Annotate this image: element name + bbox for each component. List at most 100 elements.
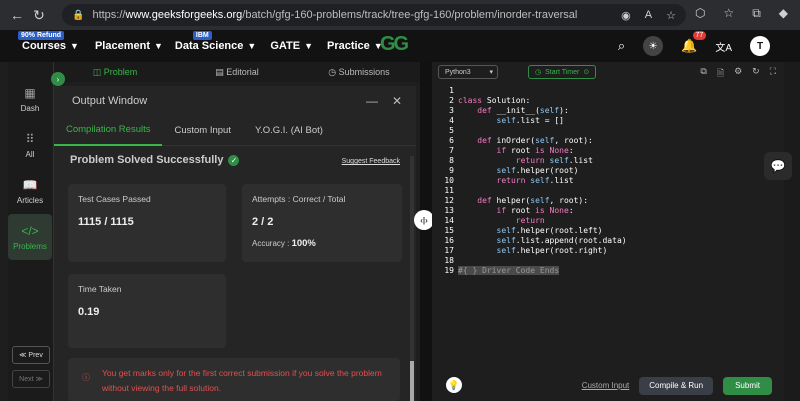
expand-sidebar-icon[interactable]: › bbox=[51, 72, 65, 86]
warning-text: You get marks only for the first correct… bbox=[102, 368, 382, 393]
refund-badge: 90% Refund bbox=[18, 31, 65, 40]
language-select[interactable]: Python3 ▾ bbox=[438, 65, 498, 79]
favorite-icon[interactable]: ☆ bbox=[666, 9, 676, 22]
nav-data-science[interactable]: IBM Data Science ▼ bbox=[174, 31, 256, 52]
tab-problem[interactable]: ◫ Problem bbox=[54, 67, 176, 78]
code-line: class Solution: bbox=[458, 96, 531, 105]
nav-practice[interactable]: Practice ▼ bbox=[327, 40, 383, 52]
marks-warning: ⓘ You get marks only for the first corre… bbox=[68, 358, 400, 401]
code-area[interactable]: 1 2 3 4 5 6 7 8 9 10 11 12 13 14 15 16 17 18 19 class Solu… bbox=[432, 86, 784, 356]
sidebar-item-label: Articles bbox=[16, 195, 44, 205]
extensions-icon[interactable]: ⬡ bbox=[695, 6, 705, 21]
code-line: self.list = [] bbox=[496, 116, 564, 125]
output-scrollbar[interactable] bbox=[410, 156, 414, 401]
read-aloud-icon[interactable]: A bbox=[645, 9, 652, 22]
bell-icon[interactable]: 🔔 77 bbox=[681, 31, 707, 54]
collections-icon[interactable]: ⧉ bbox=[752, 6, 761, 21]
test-cases-card: Test Cases Passed 1115 / 1115 bbox=[68, 184, 226, 262]
gfg-logo[interactable]: GG bbox=[380, 33, 409, 56]
avatar[interactable]: T bbox=[750, 36, 770, 56]
ibm-badge: IBM bbox=[192, 31, 212, 40]
tab-submissions[interactable]: ◷ Submissions bbox=[298, 67, 420, 78]
accuracy-label: Accuracy : bbox=[252, 239, 290, 248]
file-icon[interactable]: 🗎 bbox=[717, 66, 724, 82]
play-icon: ⊙ bbox=[583, 69, 590, 76]
tab-label: Submissions bbox=[338, 66, 390, 77]
editor-toolbar: Python3 ▾ ◷ Start Timer ⊙ ⧉ 🗎 ⚙ ↻ ⛶ bbox=[432, 62, 784, 82]
line-number: 3 bbox=[449, 106, 454, 115]
line-number: 5 bbox=[449, 126, 454, 135]
nav-gate[interactable]: GATE ▼ bbox=[270, 40, 313, 52]
code-line: return self.list bbox=[515, 156, 593, 165]
code-icon: </> bbox=[21, 223, 39, 238]
tab-label: Problem bbox=[103, 66, 138, 77]
fullscreen-icon[interactable]: ⛶ bbox=[770, 66, 776, 82]
copilot-icon[interactable]: ◆ bbox=[779, 6, 788, 21]
line-number: 14 bbox=[444, 216, 454, 225]
line-number: 4 bbox=[449, 116, 454, 125]
line-number: 9 bbox=[449, 166, 454, 175]
tab-custom-input[interactable]: Custom Input bbox=[162, 116, 243, 146]
code-line: def inOrder(self, root): bbox=[477, 136, 593, 145]
back-icon[interactable]: ← bbox=[6, 7, 28, 23]
sidebar-item-dash[interactable]: ▦ Dash bbox=[8, 76, 52, 122]
scrollbar-thumb[interactable] bbox=[410, 361, 414, 401]
nav-courses[interactable]: 90% Refund Courses ▼ bbox=[18, 31, 79, 52]
sidebar-item-problems[interactable]: </> Problems bbox=[8, 214, 52, 260]
nav-placement[interactable]: Placement ▼ bbox=[95, 40, 163, 52]
next-button[interactable]: Next ≫ bbox=[12, 370, 50, 388]
search-icon[interactable]: ⌕ bbox=[618, 38, 625, 54]
notification-count: 77 bbox=[692, 31, 707, 40]
nav-label: Practice bbox=[326, 40, 370, 52]
sidebar-item-label: All bbox=[25, 149, 35, 159]
tab-editorial[interactable]: ▤ Editorial bbox=[176, 67, 298, 78]
attempts-card: Attempts : Correct / Total 2 / 2 Accurac… bbox=[242, 184, 402, 262]
nav-label: Data Science bbox=[174, 40, 244, 52]
prev-button[interactable]: ≪ Prev bbox=[12, 346, 50, 364]
code-lines[interactable]: class Solution: def __init__(self): self… bbox=[458, 86, 627, 276]
lightbulb-icon[interactable]: 💡 bbox=[446, 377, 462, 393]
address-bar[interactable]: 🔒 https://www.geeksforgeeks.org/batch/gf… bbox=[62, 4, 686, 26]
favorites-icon[interactable]: ☆ bbox=[723, 6, 734, 21]
minimize-icon[interactable]: — bbox=[366, 94, 378, 108]
line-number: 13 bbox=[444, 206, 454, 215]
resize-handle-icon[interactable]: ‹|› bbox=[414, 210, 434, 230]
reset-icon[interactable]: ↻ bbox=[752, 66, 760, 82]
close-icon[interactable]: ✕ bbox=[392, 94, 402, 108]
refresh-icon[interactable]: ↻ bbox=[28, 7, 50, 24]
sidebar-item-all[interactable]: ⠿ All bbox=[8, 122, 52, 168]
nav-label: Courses bbox=[22, 40, 67, 52]
line-number: 16 bbox=[444, 236, 454, 245]
sidebar-item-articles[interactable]: 📖 Articles bbox=[8, 168, 52, 214]
start-timer-button[interactable]: ◷ Start Timer ⊙ bbox=[528, 65, 597, 79]
translate-icon[interactable]: 文A bbox=[715, 39, 732, 54]
url-prefix: https:// bbox=[92, 9, 126, 21]
tab-compilation-results[interactable]: Compilation Results bbox=[54, 116, 163, 146]
sidebar-item-label: Problems bbox=[13, 241, 47, 251]
tab-yogi-ai-bot[interactable]: Y.O.G.I. (AI Bot) bbox=[243, 116, 335, 146]
chat-icon[interactable]: 💬 bbox=[764, 152, 792, 180]
code-line: self.helper(root) bbox=[496, 166, 579, 175]
panel-divider bbox=[420, 62, 432, 401]
tab-label: Editorial bbox=[226, 66, 259, 77]
code-line: def helper(self, root): bbox=[477, 196, 589, 205]
code-line: return self.list bbox=[496, 176, 574, 185]
copy-icon[interactable]: ⧉ bbox=[700, 66, 706, 82]
attempts-label: Attempts : Correct / Total bbox=[252, 194, 346, 204]
submit-button[interactable]: Submit bbox=[723, 376, 772, 395]
test-cases-label: Test Cases Passed bbox=[78, 194, 151, 204]
browser-toolbar: ← ↻ 🔒 https://www.geeksforgeeks.org/batc… bbox=[0, 0, 800, 30]
accuracy: Accuracy : 100% bbox=[252, 238, 392, 249]
settings-icon[interactable]: ⚙ bbox=[734, 66, 742, 82]
grid-icon: ⠿ bbox=[25, 131, 35, 146]
compile-run-button[interactable]: Compile & Run bbox=[639, 376, 714, 395]
problem-pager: ≪ Prev Next ≫ bbox=[12, 346, 50, 394]
extension-icon[interactable]: ◉ bbox=[621, 9, 631, 22]
lock-icon: 🔒 bbox=[72, 9, 85, 21]
suggest-feedback-link[interactable]: Suggest Feedback bbox=[342, 158, 400, 165]
theme-toggle-icon[interactable]: ☀ bbox=[643, 36, 664, 56]
custom-input-link[interactable]: Custom Input bbox=[582, 381, 630, 390]
